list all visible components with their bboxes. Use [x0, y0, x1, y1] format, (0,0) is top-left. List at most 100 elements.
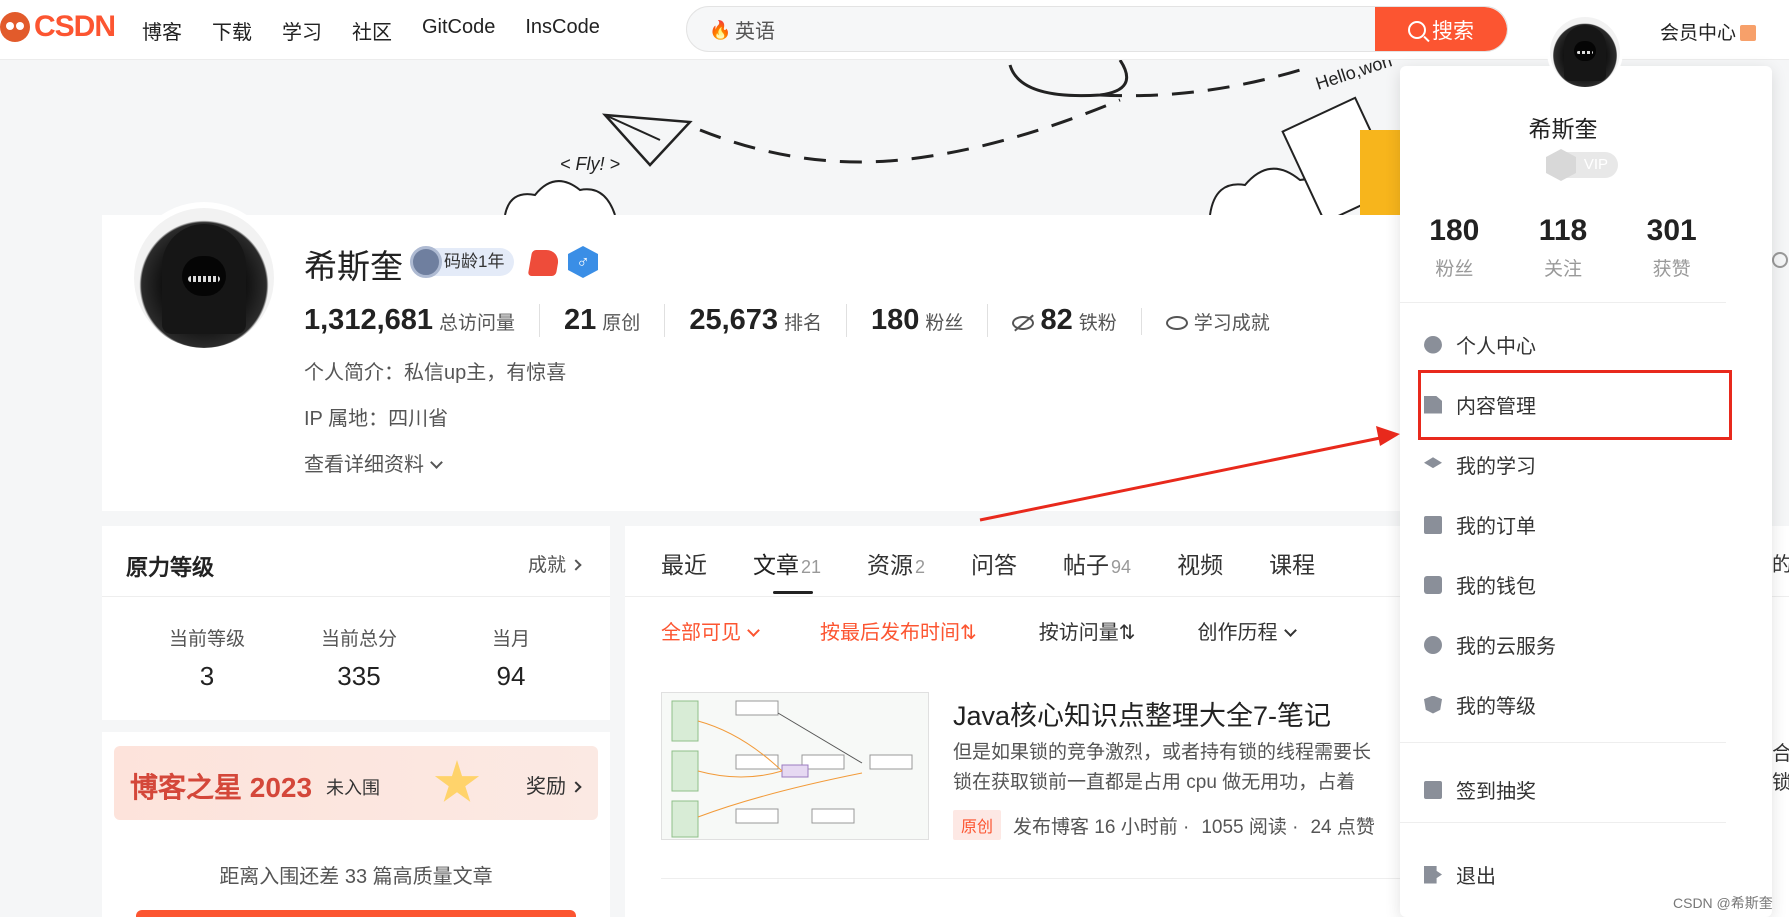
settings-gear-icon[interactable] [1772, 252, 1788, 268]
dropdown-stats: 180 粉丝 118 关注 301 获赞 [1400, 214, 1726, 281]
article-likes: 24 点赞 [1310, 816, 1375, 838]
chevron-right-icon [570, 559, 582, 571]
person-icon [1424, 335, 1442, 354]
eye-icon [1165, 316, 1188, 330]
menu-item-sign-in-lottery[interactable]: 签到抽奖 [1424, 775, 1536, 804]
power-level-card: 原力等级 成就 当前等级 3 当前总分 335 当月 94 [102, 526, 610, 720]
fly-text: < Fly! > [560, 154, 620, 174]
annotation-highlight-box [1418, 370, 1732, 440]
robot-icon [410, 246, 442, 278]
nav-item-learn[interactable]: 学习 [282, 16, 322, 45]
search-button[interactable]: 搜索 [1375, 7, 1507, 51]
stat-rank: 25,673 排名 [664, 304, 846, 337]
achievement-link[interactable]: 成就 [528, 550, 582, 577]
dropdown-stat-fans[interactable]: 180 粉丝 [1400, 214, 1509, 281]
divider [1400, 742, 1726, 743]
current-score: 当前总分 335 [320, 629, 397, 691]
member-center-link[interactable]: 会员中心 [1660, 18, 1757, 45]
menu-item-my-orders[interactable]: 我的订单 [1424, 510, 1536, 539]
hot-flame-icon: 🔥 [709, 20, 732, 40]
blog-star-card: 博客之星 2023 未入围 奖励 距离入围还差 33 篇高质量文章 [102, 732, 610, 917]
menu-item-my-cloud[interactable]: 我的云服务 [1424, 630, 1556, 659]
user-dropdown-menu: 希斯奎 VIP 180 粉丝 118 关注 301 获赞 个人中心 内容管理 我的学习… [1400, 66, 1772, 917]
tab-posts[interactable]: 帖子 94 [1063, 546, 1131, 580]
cloud-service-icon [1424, 635, 1442, 654]
tab-articles[interactable]: 文章 21 [753, 546, 821, 594]
blog-star-banner[interactable]: 博客之星 2023 未入围 奖励 [114, 746, 598, 820]
divider [102, 596, 610, 597]
learning-achievement-link[interactable]: 学习成就 [1140, 308, 1294, 335]
blog-star-status: 未入围 [326, 778, 380, 798]
chevron-down-icon [747, 624, 760, 637]
hidden-eye-icon [1012, 316, 1035, 330]
dropdown-stat-likes[interactable]: 301 获赞 [1617, 214, 1726, 281]
nav-item-gitcode[interactable]: GitCode [422, 16, 495, 45]
diagram-thumbnail [671, 700, 913, 838]
menu-item-my-learning[interactable]: 我的学习 [1424, 450, 1536, 479]
header-avatar[interactable] [1547, 14, 1623, 90]
current-month: 当月 94 [491, 629, 530, 691]
dashed-flight-path [699, 98, 1121, 164]
divider [1400, 302, 1726, 303]
profile-ip-location: IP 属地：四川省 [304, 408, 449, 430]
edge-text-fragment: 的 [1772, 554, 1789, 576]
hello-world-text: Hello,worl [1313, 60, 1394, 94]
sort-by-time[interactable]: 按最后发布时间⇅ [820, 616, 977, 645]
loop-path [1008, 60, 1129, 98]
gift-box-icon [1424, 780, 1442, 799]
current-level: 当前等级 3 [168, 629, 245, 691]
main-nav: 博客 下载 学习 社区 GitCode InsCode [142, 16, 600, 45]
search-input[interactable] [735, 7, 1375, 51]
nav-item-blog[interactable]: 博客 [142, 16, 182, 45]
menu-item-my-wallet[interactable]: 我的钱包 [1424, 570, 1536, 599]
divider [1400, 822, 1726, 823]
nav-item-community[interactable]: 社区 [352, 16, 392, 45]
stat-iron-fans: 82 铁粉 [987, 304, 1140, 337]
menu-item-personal-center[interactable]: 个人中心 [1424, 330, 1536, 359]
tab-videos[interactable]: 视频 [1177, 546, 1223, 580]
chevron-right-icon [570, 781, 582, 793]
article-filters: 全部可见 按最后发布时间⇅ 按访问量⇅ 创作历程 [661, 616, 1297, 645]
tab-courses[interactable]: 课程 [1269, 546, 1315, 580]
menu-item-logout[interactable]: 退出 [1424, 860, 1496, 889]
star-icon [434, 760, 480, 802]
dropdown-stat-following[interactable]: 118 关注 [1509, 214, 1618, 281]
csdn-logo[interactable]: CSDN [0, 10, 116, 44]
gift-icon [1740, 25, 1757, 41]
stat-fans: 180 粉丝 [846, 304, 987, 337]
nav-item-inscode[interactable]: InsCode [525, 16, 600, 45]
tab-resources[interactable]: 资源 2 [867, 546, 925, 580]
cloud-left [504, 180, 616, 215]
logo-text: CSDN [34, 10, 116, 43]
vip-badge[interactable]: VIP [1548, 152, 1618, 178]
dashed-path-right [1099, 68, 1301, 98]
reward-link[interactable]: 奖励 [526, 770, 582, 799]
dropdown-username: 希斯奎 [1528, 116, 1598, 142]
view-details-link[interactable]: 查看详细资料 [304, 448, 443, 477]
article-title[interactable]: Java核心知识点整理大全7-笔记 [953, 694, 1331, 733]
sort-by-views[interactable]: 按访问量⇅ [1039, 616, 1136, 645]
stat-original: 21 原创 [539, 304, 664, 337]
search-button-label: 搜索 [1432, 20, 1474, 43]
code-age-badge[interactable]: 码龄1年 [410, 246, 515, 278]
profile-avatar[interactable] [128, 202, 280, 354]
tab-recent[interactable]: 最近 [661, 546, 707, 580]
code-age-label: 码龄1年 [444, 252, 505, 271]
logo-icon [0, 12, 30, 42]
watermark: CSDN @希斯奎 [1673, 895, 1773, 911]
blog-star-action-button[interactable] [136, 910, 576, 917]
article-meta: 原创 发布博客 16 小时前 · 1055 阅读 · 24 点赞 [953, 810, 1375, 840]
search-icon [1408, 21, 1426, 39]
yellow-block [1360, 130, 1400, 215]
creation-history[interactable]: 创作历程 [1198, 616, 1297, 645]
search-bar: 🔥 搜索 [686, 6, 1508, 52]
tab-qa[interactable]: 问答 [971, 546, 1017, 580]
profile-name: 希斯奎 [304, 248, 403, 285]
nav-item-download[interactable]: 下载 [212, 16, 252, 45]
menu-item-my-level[interactable]: 我的等级 [1424, 690, 1536, 719]
avatar-image [1550, 17, 1620, 87]
blog-star-title: 博客之星 2023 [130, 772, 313, 803]
article-thumbnail[interactable] [661, 692, 929, 840]
red-badge-icon[interactable] [527, 250, 561, 276]
visibility-filter[interactable]: 全部可见 [661, 616, 760, 645]
